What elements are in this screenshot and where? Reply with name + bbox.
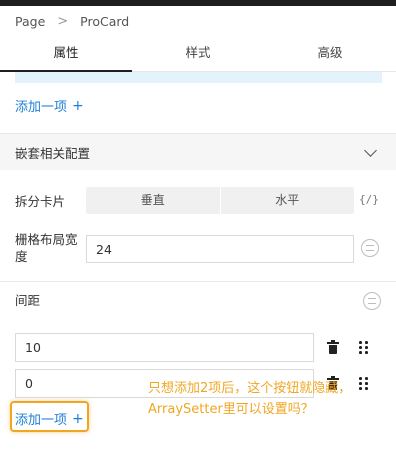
split-card-label: 拆分卡片 — [15, 194, 66, 209]
spacing-item-input[interactable]: 10 — [15, 333, 314, 362]
tab-advanced[interactable]: 高级 — [264, 36, 396, 71]
add-item-link-top[interactable]: 添加一项 + — [15, 96, 84, 116]
spacing-label: 间距 — [15, 293, 41, 308]
tab-properties[interactable]: 属性 — [0, 36, 132, 72]
grid-width-label: 栅格布局宽度 — [15, 232, 78, 264]
variable-icon[interactable] — [361, 239, 379, 257]
plus-icon: + — [72, 410, 84, 427]
split-horizontal-option[interactable]: 水平 — [219, 187, 355, 214]
section-title: 嵌套相关配置 — [15, 145, 91, 161]
add-item-label: 添加一项 — [15, 413, 68, 428]
chevron-right-icon: > — [57, 13, 69, 29]
panel-tabs: 属性 样式 高级 — [0, 36, 396, 72]
breadcrumb-current: ProCard — [80, 13, 130, 29]
breadcrumb: Page > ProCard — [0, 6, 396, 36]
section-header-nesting[interactable]: 嵌套相关配置 — [0, 134, 396, 170]
add-item-link-spacing[interactable]: 添加一项 + — [15, 409, 84, 429]
previous-setter-strip — [15, 72, 382, 83]
split-direction-toggle: 垂直 水平 — [86, 187, 354, 214]
annotation-note: 只想添加2项后，这个按钮就隐藏，ArraySetter里可以设置吗？ — [148, 381, 352, 417]
breadcrumb-page[interactable]: Page — [15, 14, 45, 29]
divider — [0, 281, 396, 282]
grid-width-input[interactable]: 24 — [86, 235, 354, 263]
code-icon[interactable]: {/} — [359, 193, 379, 206]
split-vertical-option[interactable]: 垂直 — [86, 187, 220, 214]
chevron-down-icon[interactable] — [364, 143, 377, 157]
drag-handle-icon[interactable] — [359, 341, 369, 355]
variable-icon[interactable] — [363, 292, 381, 310]
trash-icon[interactable] — [327, 340, 339, 355]
plus-icon: + — [72, 97, 84, 114]
tab-styles[interactable]: 样式 — [132, 36, 264, 71]
add-item-label: 添加一项 — [15, 100, 68, 115]
